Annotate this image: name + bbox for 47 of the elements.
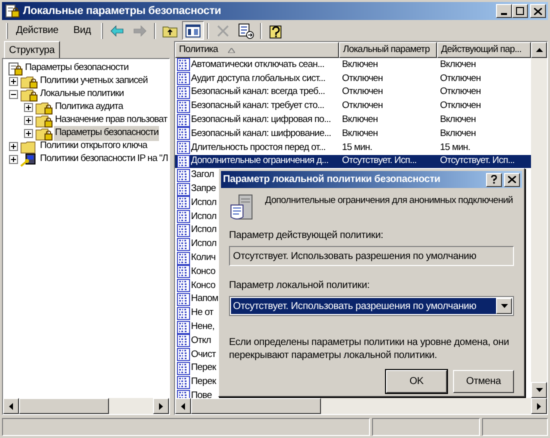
effective-setting: Включен xyxy=(439,112,476,127)
policy-name: Дополнительные ограничения д... xyxy=(191,154,328,168)
policy-name: Испол xyxy=(191,196,216,210)
policy-name: Откл xyxy=(191,334,211,348)
policy-name: Пове xyxy=(191,388,212,398)
policy-name: Безопасный канал: требует сто... xyxy=(191,99,324,114)
policy-name: Безопасный канал: шифрование... xyxy=(191,126,331,141)
local-setting: Включен xyxy=(341,112,379,127)
policy-name: Длительность простоя перед от... xyxy=(191,140,326,155)
effective-setting: Отключен xyxy=(439,72,481,86)
policy-name: Напом xyxy=(191,292,218,306)
effective-setting: 15 мин. xyxy=(439,140,470,155)
effective-setting: Включен xyxy=(439,126,476,141)
policy-name: Аудит доступа глобальных сист... xyxy=(191,72,326,86)
effective-setting: Отключен xyxy=(439,85,481,100)
local-setting: 15 мин. xyxy=(341,140,374,155)
policy-name: Колич xyxy=(191,250,216,265)
policy-name: Испол xyxy=(191,237,216,252)
effective-setting: Отсутствует. Исп... xyxy=(439,154,515,168)
policy-name: Безопасный канал: всегда треб... xyxy=(191,85,325,100)
field-label: Параметр действующей политики: xyxy=(229,229,384,243)
policy-name: Нене, xyxy=(191,320,214,334)
policy-name: Загол xyxy=(191,168,214,182)
domain-note: Если определены параметры политики на уровне домена, они перекрывают параметры локальной политики. xyxy=(229,336,510,362)
effective-setting: Включен xyxy=(439,58,476,72)
local-setting: Включен xyxy=(341,58,379,72)
policy-name: Автоматически отключать сеан... xyxy=(191,58,324,72)
policy-name: Безопасный канал: цифровая по... xyxy=(191,112,331,127)
local-setting: Включен xyxy=(341,126,379,141)
policy-name: Испол xyxy=(191,223,216,238)
local-setting: Отключен xyxy=(341,85,384,100)
policy-name: Перек xyxy=(191,375,216,390)
dialog-title: Параметр локальной политики безопасности xyxy=(223,173,442,187)
policy-description: Дополнительные ограничения для анонимных подключений xyxy=(265,194,513,208)
policy-name: Консо xyxy=(191,278,216,293)
local-setting: Отсутствует. Исп... xyxy=(341,154,418,168)
policy-name: Испол xyxy=(191,210,216,224)
window-title: Локальные параметры безопасности xyxy=(23,4,222,19)
policy-name: Запре xyxy=(191,182,216,196)
policy-name: Консо xyxy=(191,264,216,279)
effective-setting: Отключен xyxy=(439,99,481,114)
policy-name: Перек xyxy=(191,361,216,376)
policy-name: Очист xyxy=(191,348,216,362)
field-label: Параметр локальной политики: xyxy=(229,279,371,293)
local-setting: Отключен xyxy=(341,99,384,114)
local-setting: Отключен xyxy=(341,72,384,86)
policy-name: Не от xyxy=(191,306,214,320)
